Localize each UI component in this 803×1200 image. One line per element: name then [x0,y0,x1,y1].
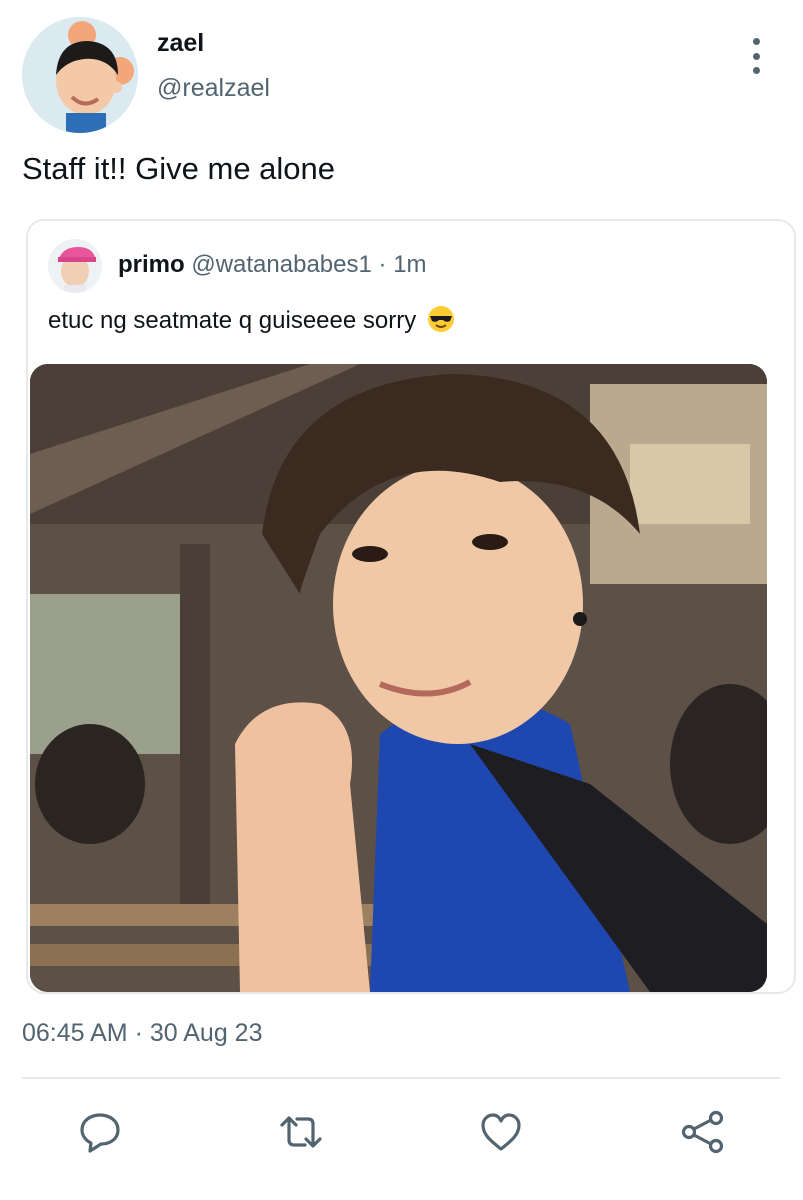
profile-photo-icon [48,239,102,293]
divider [22,1077,780,1079]
quoted-time-ago: 1m [393,251,427,278]
dot [752,52,760,60]
like-icon [481,1113,521,1151]
quoted-tweet-text: etuc ng seatmate q guiseeee sorry [48,307,417,334]
profile-photo-icon [22,17,138,133]
author-display-name[interactable]: zael [157,29,204,58]
meta-separator: · [378,251,387,278]
tweet-date: 30 Aug 23 [149,1019,263,1047]
dot [752,38,760,45]
tweet-time: 06:45 AM [22,1019,128,1047]
retweet-button[interactable] [279,1110,323,1154]
timestamp-separator: · [134,1019,143,1047]
reply-icon [80,1113,120,1153]
more-options-icon[interactable] [741,38,771,74]
author-handle[interactable]: @realzael [157,74,270,103]
like-button[interactable] [479,1110,523,1154]
photo-of-boy-in-blue-shirt-icon [30,364,767,992]
quoted-media-photo[interactable] [30,364,767,992]
share-button[interactable] [681,1110,725,1154]
quoted-author-avatar[interactable] [48,239,102,293]
quoted-tweet[interactable]: primo @watanababes1 · 1m etuc ng seatmat… [26,219,796,994]
quoted-tweet-text-row: etuc ng seatmate q guiseeee sorry [48,305,455,340]
sunglasses-face-emoji-icon [427,305,455,340]
tweet-text: Staff it!! Give me alone [22,151,336,186]
tweet-timestamp[interactable]: 06:45 AM · 30 Aug 23 [22,1019,263,1048]
quoted-author-name[interactable]: primo [118,251,185,278]
author-avatar[interactable] [22,17,138,133]
dot [752,67,760,74]
share-icon [681,1110,724,1154]
reply-button[interactable] [78,1110,122,1154]
retweet-icon [280,1116,322,1148]
quoted-tweet-header: primo @watanababes1 · 1m [118,251,427,279]
quoted-author-handle[interactable]: @watanababes1 [191,251,372,278]
